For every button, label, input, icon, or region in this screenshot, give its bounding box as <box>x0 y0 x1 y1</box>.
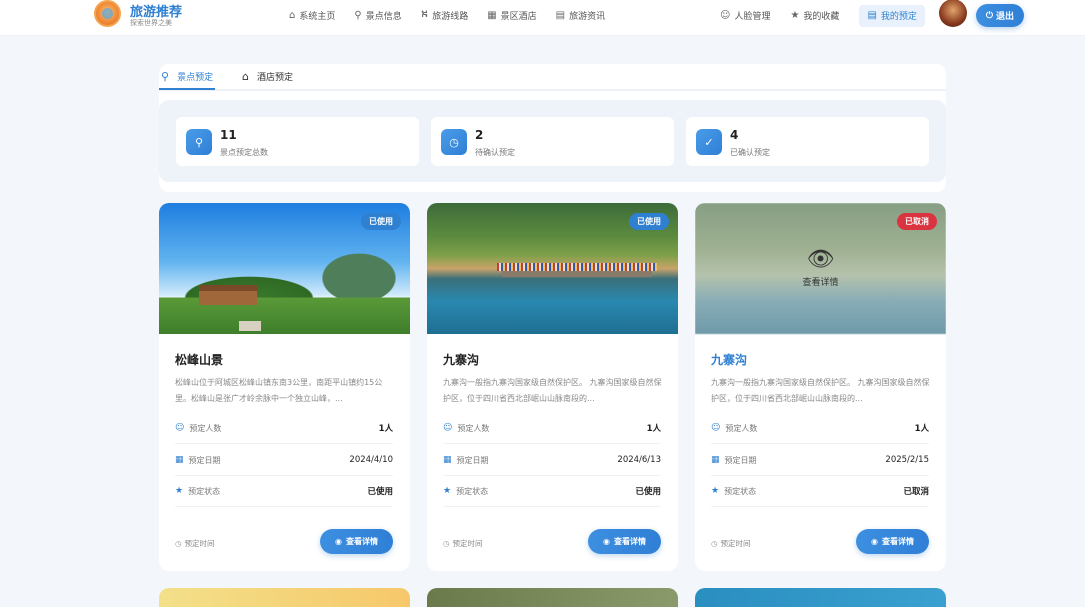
card-title[interactable]: 九寨沟 <box>443 351 479 368</box>
nav-item-home[interactable]: ⌂ 系统主页 <box>289 7 335 23</box>
booking-card[interactable]: 已使用 九寨沟 九寨沟一般指九寨沟国家级自然保护区。 九寨沟国家级自然保护区，位… <box>427 203 678 571</box>
hut-shape <box>239 321 261 331</box>
location-pin-icon: ⚲ <box>161 70 170 83</box>
row-status: ★ 预定状态 已使用 <box>175 476 393 507</box>
nav-item-routes[interactable]: ⛕ 旅游线路 <box>421 7 468 23</box>
user-icon: ☺ <box>175 423 185 433</box>
star-icon: ★ <box>175 486 184 496</box>
calendar-icon: ▦ <box>443 455 452 465</box>
stat-confirmed: ✓ 4 已确认预定 <box>686 117 929 166</box>
user-icon: ☺ <box>443 423 453 433</box>
nav-item-face-manage[interactable]: ☺ 人脸管理 <box>720 5 770 27</box>
power-icon: ⏻ <box>985 10 993 21</box>
stat-confirmed-number: 4 <box>730 128 739 142</box>
stat-pending: ◷ 2 待确认预定 <box>431 117 674 166</box>
crowd-shape <box>497 263 657 271</box>
stat-pending-number: 2 <box>475 128 484 142</box>
row-people: ☺ 预定人数 1人 <box>175 413 393 444</box>
view-detail-button[interactable]: ◉ 查看详情 <box>320 529 393 554</box>
card-description: 九寨沟一般指九寨沟国家级自然保护区。 九寨沟国家级自然保护区，位于四川省西北部岷… <box>443 378 662 403</box>
row-status: ★ 预定状态 已取消 <box>711 476 929 507</box>
status-badge: 已使用 <box>629 213 669 230</box>
stat-pending-label: 待确认预定 <box>475 148 515 157</box>
nav-item-news[interactable]: ▤ 旅游资讯 <box>556 7 605 23</box>
booking-panel: ⚲ 景点预定 ⌂ 酒店预定 ⚲ 11 景点预定总数 ◷ 2 待确认预定 ✓ 4 已确… <box>159 64 946 192</box>
location-pin-icon: ⚲ <box>354 9 362 21</box>
booking-card[interactable]: 👁 查看详情 已取消 九寨沟 九寨沟一般指九寨沟国家级自然保护区。 九寨沟国家级… <box>695 203 946 571</box>
clock-icon: ◷ <box>441 129 467 155</box>
home-icon: ⌂ <box>242 70 249 83</box>
status-badge: 已取消 <box>897 213 937 230</box>
tab-hotel-booking[interactable]: ⌂ 酒店预定 <box>242 70 293 83</box>
user-nav: ☺ 人脸管理 ★ 我的收藏 ▤ 我的预定 ⏻ 退出 <box>720 0 1024 27</box>
nav-item-hotels[interactable]: ▦ 景区酒店 <box>487 7 536 23</box>
clock-icon: ◷ <box>443 539 450 548</box>
booking-card-partial[interactable] <box>695 588 946 607</box>
boardwalk-shape <box>502 271 652 277</box>
brand-logo[interactable] <box>94 0 121 27</box>
booking-tabs: ⚲ 景点预定 ⌂ 酒店预定 <box>159 64 946 91</box>
stat-total-number: 11 <box>220 128 237 142</box>
booking-card-partial[interactable] <box>159 588 410 607</box>
view-detail-button[interactable]: ◉ 查看详情 <box>588 529 661 554</box>
location-pin-icon: ⚲ <box>186 129 212 155</box>
nav-item-favorites[interactable]: ★ 我的收藏 <box>790 5 839 27</box>
booking-time: ◷ 预定时间 <box>711 539 751 548</box>
main-nav: ⌂ 系统主页 ⚲ 景点信息 ⛕ 旅游线路 ▦ 景区酒店 ▤ 旅游资讯 <box>289 7 624 23</box>
route-icon: ⛕ <box>420 8 429 20</box>
list-icon: ▤ <box>867 10 877 21</box>
row-people: ☺ 预定人数 1人 <box>443 413 661 444</box>
eye-icon: ◉ <box>603 537 610 546</box>
calendar-icon: ▦ <box>711 455 720 465</box>
star-icon: ★ <box>711 486 720 496</box>
brand-subtitle: 探索世界之美 <box>130 19 172 27</box>
row-status: ★ 预定状态 已使用 <box>443 476 661 507</box>
stat-total: ⚲ 11 景点预定总数 <box>176 117 419 166</box>
user-icon: ☺ <box>720 10 731 21</box>
row-date: ▦ 预定日期 2024/4/10 <box>175 445 393 476</box>
logout-button[interactable]: ⏻ 退出 <box>975 4 1024 27</box>
star-icon: ★ <box>443 486 452 496</box>
status-badge: 已使用 <box>361 213 401 230</box>
card-title[interactable]: 九寨沟 <box>711 351 747 368</box>
row-date: ▦ 预定日期 2025/2/15 <box>711 445 929 476</box>
booking-time: ◷ 预定时间 <box>175 539 215 548</box>
eye-icon: ◉ <box>335 537 342 546</box>
building-icon: ▦ <box>487 9 497 21</box>
card-description: 松峰山位于阿城区松峰山镇东南3公里，南距平山镇约15公里。松峰山是张广才岭余脉中… <box>175 378 383 403</box>
star-icon: ★ <box>790 10 800 21</box>
avatar[interactable] <box>938 0 967 27</box>
top-header: 旅游推荐 探索世界之美 ⌂ 系统主页 ⚲ 景点信息 ⛕ 旅游线路 ▦ 景区酒店 ▤ 旅游资… <box>0 0 1085 36</box>
view-detail-button[interactable]: ◉ 查看详情 <box>856 529 929 554</box>
stat-total-label: 景点预定总数 <box>220 148 268 157</box>
nav-item-my-bookings[interactable]: ▤ 我的预定 <box>859 4 925 27</box>
home-icon: ⌂ <box>289 9 296 21</box>
booking-card[interactable]: 已使用 松峰山景 松峰山位于阿城区松峰山镇东南3公里，南距平山镇约15公里。松峰… <box>159 203 410 571</box>
check-icon: ✓ <box>696 129 722 155</box>
eye-icon: 👁 <box>806 247 835 272</box>
eye-icon: ◉ <box>871 537 878 546</box>
card-description: 九寨沟一般指九寨沟国家级自然保护区。 九寨沟国家级自然保护区，位于四川省西北部岷… <box>711 378 930 403</box>
clock-icon: ◷ <box>175 539 182 548</box>
cabin-shape <box>199 285 257 305</box>
card-title[interactable]: 松峰山景 <box>175 351 223 368</box>
user-icon: ☺ <box>711 423 721 433</box>
nav-item-attractions[interactable]: ⚲ 景点信息 <box>354 7 401 23</box>
calendar-icon: ▦ <box>175 455 184 465</box>
active-tab-indicator <box>159 88 215 90</box>
stats-area: ⚲ 11 景点预定总数 ◷ 2 待确认预定 ✓ 4 已确认预定 <box>159 100 946 182</box>
tab-attraction-booking[interactable]: ⚲ 景点预定 <box>161 70 213 83</box>
clock-icon: ◷ <box>711 539 718 548</box>
row-people: ☺ 预定人数 1人 <box>711 413 929 444</box>
row-date: ▦ 预定日期 2024/6/13 <box>443 445 661 476</box>
booking-time: ◷ 预定时间 <box>443 539 483 548</box>
document-icon: ▤ <box>555 9 566 21</box>
stat-confirmed-label: 已确认预定 <box>730 148 770 157</box>
booking-card-partial[interactable] <box>427 588 678 607</box>
